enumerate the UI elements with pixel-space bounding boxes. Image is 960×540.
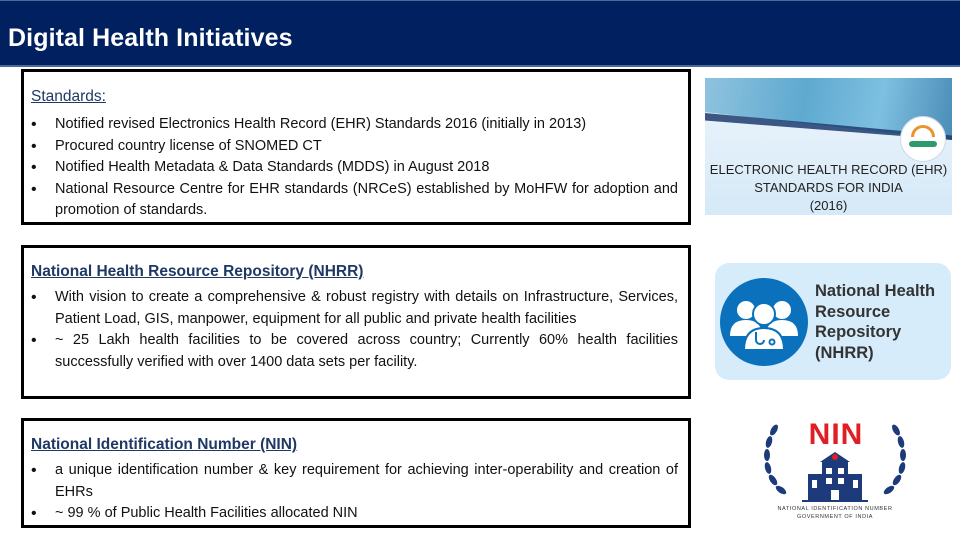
- section-heading: National Identification Number (NIN): [31, 436, 298, 453]
- section-heading: Standards:: [31, 88, 106, 105]
- bullet-icon: •: [31, 462, 37, 479]
- list-item: • Notified Health Metadata & Data Standar…: [31, 157, 678, 179]
- bullet-icon: •: [31, 289, 37, 306]
- ehr-image-line: (2016): [809, 198, 848, 213]
- nhrr-section: National Health Resource Repository (NHR…: [21, 245, 691, 399]
- nin-title: NIN: [808, 418, 864, 451]
- bullet-list: • Notified revised Electronics Health Rec…: [31, 114, 678, 222]
- nin-subtitle: NATIONAL IDENTIFICATION NUMBER: [777, 506, 893, 512]
- doctors-group-icon: [720, 278, 808, 366]
- list-item: • ~ 25 Lakh health facilities to be cover…: [31, 332, 678, 370]
- bullet-icon: •: [31, 332, 37, 349]
- bullet-list: • With vision to create a comprehensive &…: [31, 287, 678, 373]
- page-title: Digital Health Initiatives: [8, 24, 293, 52]
- list-item: • National Resource Centre for EHR standa…: [31, 180, 678, 219]
- nhrr-logo-card: National Health Resource Repository (NHR…: [715, 263, 951, 380]
- ehr-image-line: ELECTRONIC HEALTH RECORD (EHR): [709, 162, 948, 177]
- bullet-icon: •: [31, 180, 37, 198]
- bullet-icon: •: [31, 159, 37, 176]
- hospital-building-icon: [802, 452, 868, 502]
- nhrr-logo-text: National Health Resource Repository (NHR…: [815, 282, 936, 362]
- ehr-standards-image: ELECTRONIC HEALTH RECORD (EHR) STANDARDS…: [705, 78, 952, 215]
- standards-section: Standards: • Notified revised Electronics…: [21, 69, 691, 225]
- bullet-icon: •: [31, 116, 37, 133]
- ehr-image-line: STANDARDS FOR INDIA: [754, 180, 903, 195]
- title-bar: Digital Health Initiatives: [0, 0, 960, 67]
- list-item: • Procured country license of SNOMED CT: [31, 136, 678, 158]
- bullet-icon: •: [31, 137, 37, 155]
- nin-subtitle: GOVERNMENT OF INDIA: [796, 514, 874, 520]
- bullet-list: • a unique identification number & key re…: [31, 460, 678, 525]
- list-item: • ~ 99 % of Public Health Facilities allo…: [31, 503, 678, 525]
- list-item: • Notified revised Electronics Health Rec…: [31, 114, 678, 136]
- bullet-icon: •: [31, 505, 37, 522]
- nrces-emblem-icon: [900, 116, 946, 162]
- nin-logo: NIN NATIONAL IDENTIFICATION NUMBER GOVER…: [760, 416, 910, 524]
- section-heading: National Health Resource Repository (NHR…: [31, 263, 364, 280]
- list-item: • With vision to create a comprehensive &…: [31, 289, 678, 327]
- list-item: • a unique identification number & key re…: [31, 462, 678, 500]
- nin-section: National Identification Number (NIN) • a …: [21, 418, 691, 528]
